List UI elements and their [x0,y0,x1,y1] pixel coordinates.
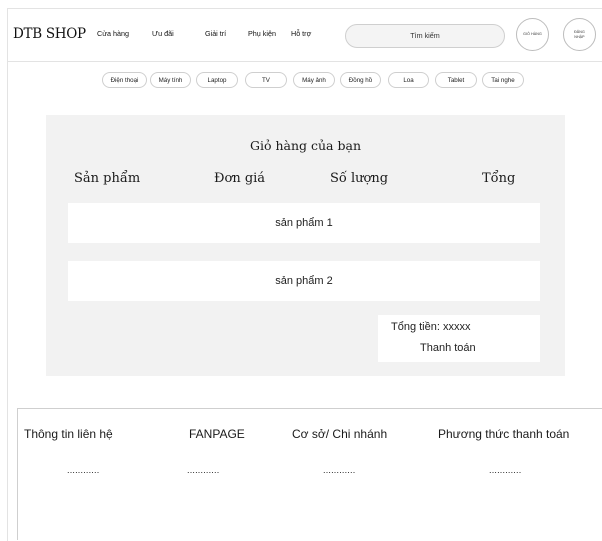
cart-total-box: Tổng tiền: xxxxx Thanh toán [378,315,540,362]
header-divider [7,61,602,62]
cart-item-name: sản phẩm 2 [275,275,333,287]
category-headphone[interactable]: Tai nghe [482,72,524,88]
footer-fanpage-title[interactable]: FANPAGE [189,427,245,441]
checkout-button[interactable]: Thanh toán [420,342,476,354]
category-tablet[interactable]: Tablet [435,72,477,88]
nav-item-entertainment[interactable]: Giải trí [205,29,226,38]
nav-item-support[interactable]: Hỗ trợ [291,29,311,38]
category-computer[interactable]: Máy tính [150,72,191,88]
category-tv[interactable]: TV [245,72,287,88]
cart-button-label: GIỎ HÀNG [523,32,542,37]
column-unit-price: Đơn giá [214,171,266,186]
category-phone[interactable]: Điện thoại [102,72,147,88]
nav-item-accessories[interactable]: Phụ kiện [248,29,276,38]
cart-button[interactable]: GIỎ HÀNG [516,18,549,51]
column-product: Sản phẩm [74,171,141,186]
login-button[interactable]: ĐĂNG NHẬP [563,18,596,51]
search-placeholder: Tìm kiếm [410,31,440,40]
cart-item-row[interactable]: sản phẩm 2 [68,261,540,301]
footer-left-border [17,408,18,540]
category-speaker[interactable]: Loa [388,72,429,88]
login-button-label: ĐĂNG NHẬP [574,30,585,39]
search-input[interactable]: Tìm kiếm [345,24,505,48]
nav-item-deals[interactable]: Ưu đãi [152,29,174,38]
shop-logo[interactable]: DTB SHOP [13,26,86,42]
nav-item-store[interactable]: Cửa hàng [97,29,129,38]
cart-item-row[interactable]: sản phẩm 1 [68,203,540,243]
footer-fanpage-value: ............ [187,465,220,475]
footer-branch-title: Cơ sở/ Chi nhánh [292,427,388,441]
cart-total-text: Tổng tiền: xxxxx [391,321,471,333]
category-laptop[interactable]: Laptop [196,72,238,88]
category-watch[interactable]: Đồng hồ [340,72,381,88]
footer-payment-title: Phương thức thanh toán [438,427,570,441]
cart-title: Giỏ hàng của bạn [250,138,361,153]
footer-contact-value: ............ [67,465,100,475]
footer-contact-title: Thông tin liên hệ [24,427,113,441]
cart-item-name: sản phẩm 1 [275,217,333,229]
column-quantity: Số lượng [330,171,389,186]
category-camera[interactable]: Máy ảnh [293,72,335,88]
footer-payment-value: ............ [489,465,522,475]
column-total: Tổng [482,171,516,186]
footer-divider [17,408,602,409]
footer-branch-value: ............ [323,465,356,475]
